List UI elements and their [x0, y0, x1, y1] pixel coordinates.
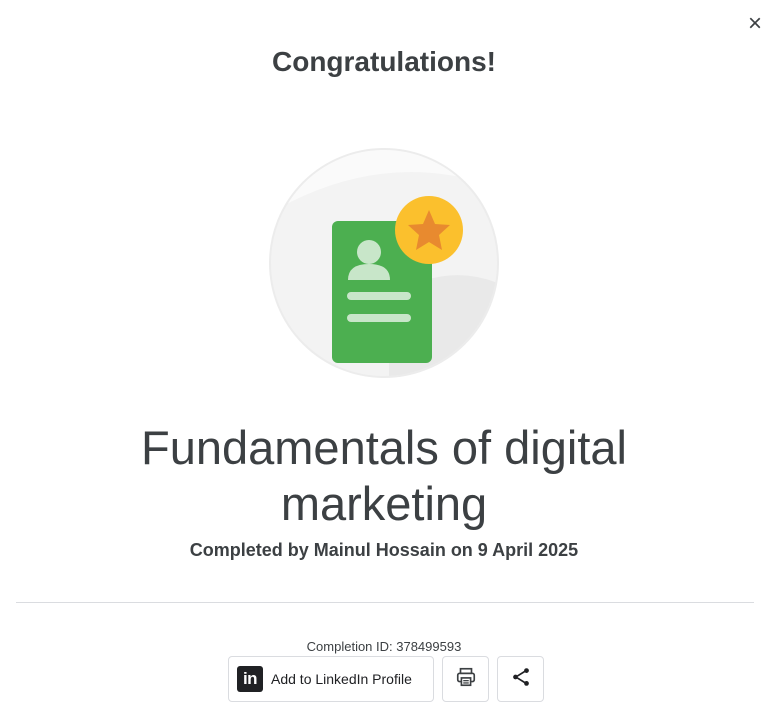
divider: [16, 602, 754, 603]
add-to-linkedin-label: Add to LinkedIn Profile: [271, 671, 412, 687]
add-to-linkedin-button[interactable]: in Add to LinkedIn Profile: [228, 656, 434, 702]
linkedin-icon: in: [237, 666, 263, 692]
share-icon: [510, 666, 532, 693]
completion-id: Completion ID: 378499593: [306, 639, 462, 654]
close-button[interactable]: ×: [748, 10, 768, 38]
print-button[interactable]: [442, 656, 489, 702]
completion-statement: Completed by Mainul Hossain on 9 April 2…: [189, 540, 579, 560]
printer-icon: [455, 666, 477, 693]
course-title: Fundamentals of digital marketing: [141, 421, 627, 530]
share-button[interactable]: [497, 656, 544, 702]
action-bar: in Add to LinkedIn Profile: [228, 656, 544, 702]
dialog-heading: Congratulations!: [272, 46, 496, 77]
certificate-badge-icon: [269, 148, 499, 378]
